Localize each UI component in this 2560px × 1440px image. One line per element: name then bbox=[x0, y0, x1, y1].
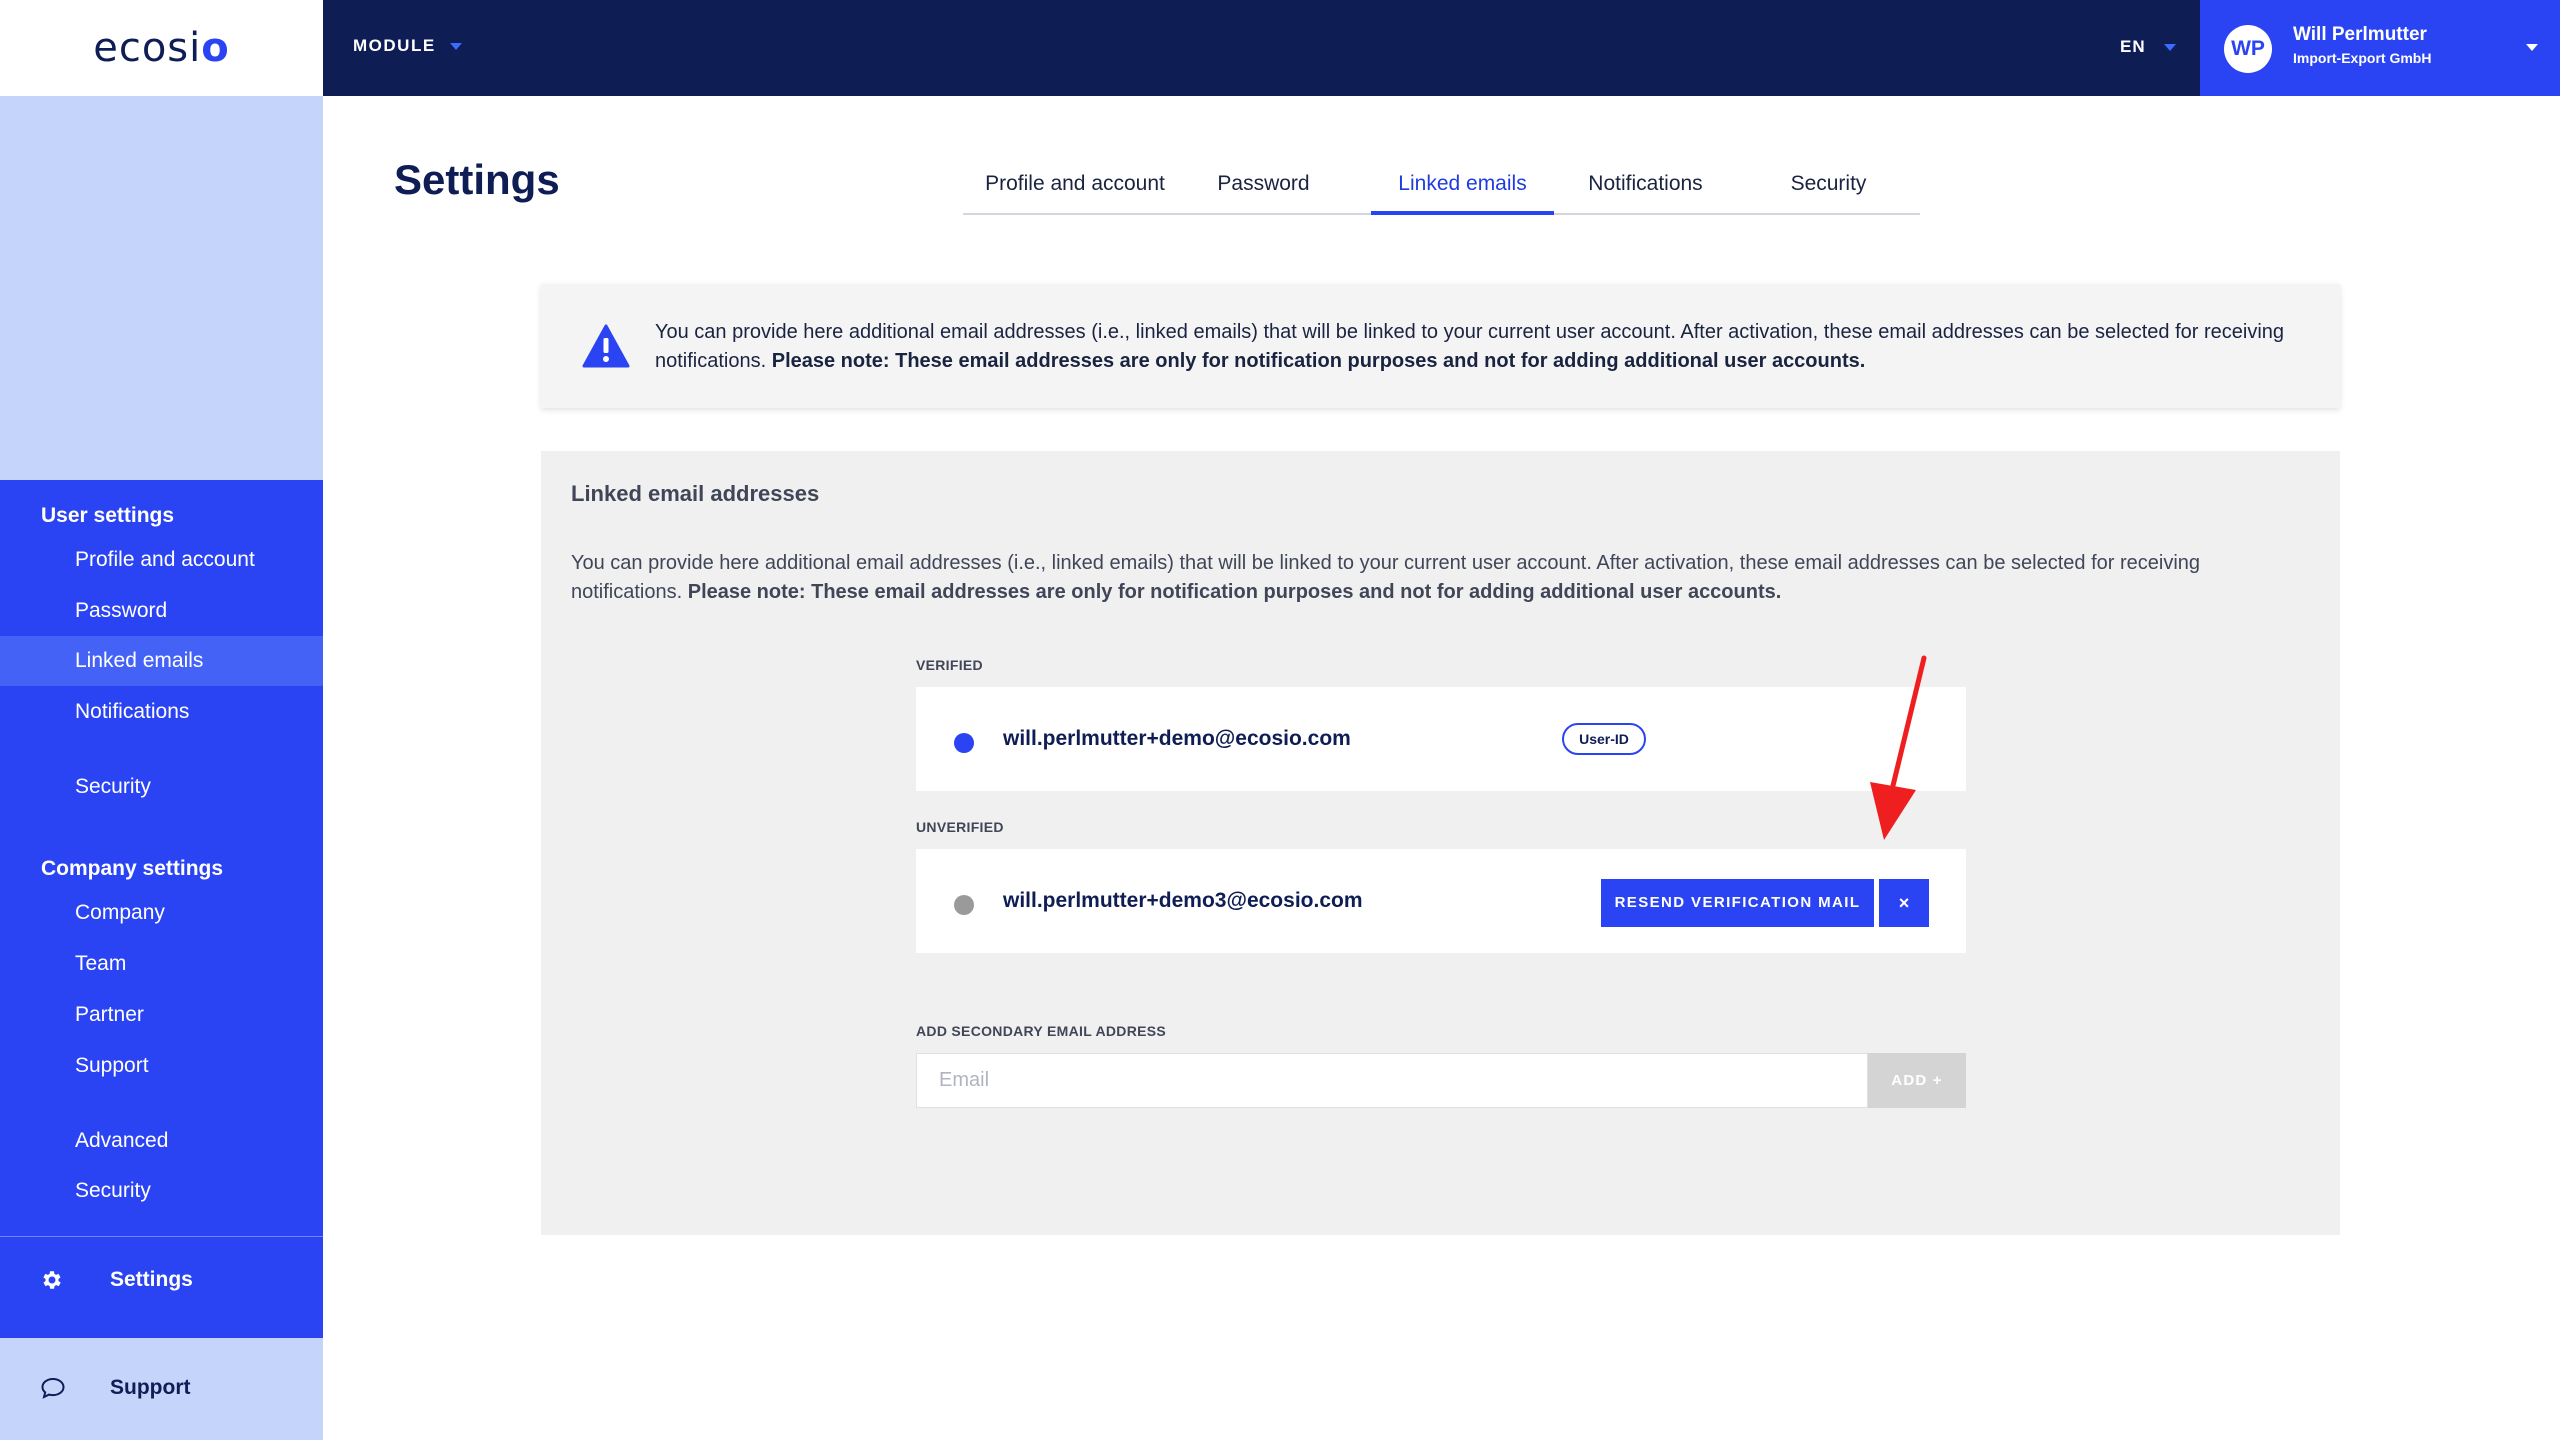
gear-icon bbox=[43, 1271, 61, 1289]
verified-status-dot bbox=[954, 733, 974, 753]
chat-bubble-icon bbox=[41, 1377, 65, 1399]
info-banner-text: You can provide here additional email ad… bbox=[655, 318, 2305, 376]
sidebar-item-notifications[interactable]: Notifications bbox=[0, 687, 323, 737]
unverified-status-dot bbox=[954, 895, 974, 915]
user-menu[interactable]: WP Will Perlmutter Import-Export GmbH bbox=[2200, 0, 2560, 96]
sidebar-item-company[interactable]: Company bbox=[0, 888, 323, 938]
tab-profile-and-account[interactable]: Profile and account bbox=[963, 162, 1187, 215]
sidebar-item-password[interactable]: Password bbox=[0, 586, 323, 636]
chevron-down-icon bbox=[2526, 44, 2538, 51]
user-company: Import-Export GmbH bbox=[2293, 50, 2432, 66]
sidebar: User settings Profile and account Passwo… bbox=[0, 480, 323, 1338]
sidebar-item-advanced[interactable]: Advanced bbox=[0, 1116, 323, 1166]
sidebar-divider bbox=[0, 1236, 323, 1237]
panel-text-note: Please note: These email addresses are o… bbox=[687, 581, 1782, 603]
sidebar-section-company-settings: Company settings bbox=[41, 857, 224, 880]
verified-email-address: will.perlmutter+demo@ecosio.com bbox=[1003, 727, 1351, 750]
sidebar-item-support[interactable]: Support bbox=[0, 1041, 323, 1091]
panel-description: You can provide here additional email ad… bbox=[571, 549, 2311, 607]
chevron-down-icon bbox=[449, 42, 462, 50]
module-dropdown[interactable]: MODULE bbox=[353, 36, 462, 56]
sidebar-item-security[interactable]: Security bbox=[0, 762, 323, 812]
resend-verification-button[interactable]: RESEND VERIFICATION MAIL bbox=[1601, 879, 1874, 927]
verified-section-label: VERIFIED bbox=[916, 657, 983, 673]
tab-notifications[interactable]: Notifications bbox=[1554, 162, 1737, 215]
sidebar-header-spacer bbox=[0, 96, 323, 480]
tab-linked-emails[interactable]: Linked emails bbox=[1371, 162, 1554, 215]
remove-email-button[interactable]: × bbox=[1879, 879, 1929, 927]
verified-email-row: will.perlmutter+demo@ecosio.com User-ID bbox=[916, 687, 1966, 791]
email-input[interactable] bbox=[916, 1053, 1868, 1108]
chevron-down-icon bbox=[2163, 43, 2176, 51]
sidebar-item-team[interactable]: Team bbox=[0, 939, 323, 989]
module-label: MODULE bbox=[353, 36, 436, 55]
sidebar-item-company-security[interactable]: Security bbox=[0, 1166, 323, 1216]
sidebar-support-link[interactable]: Support bbox=[0, 1338, 323, 1440]
add-email-label: ADD SECONDARY EMAIL ADDRESS bbox=[916, 1023, 1167, 1039]
ecosio-logo: ecosio bbox=[93, 25, 230, 71]
unverified-email-address: will.perlmutter+demo3@ecosio.com bbox=[1003, 889, 1363, 912]
info-text-note: Please note: These email addresses are o… bbox=[771, 350, 1866, 372]
language-label: EN bbox=[2120, 37, 2146, 56]
warning-icon bbox=[582, 324, 630, 368]
sidebar-item-linked-emails[interactable]: Linked emails bbox=[0, 636, 323, 686]
annotation-arrow bbox=[1870, 655, 1927, 840]
sidebar-settings-link[interactable]: Settings bbox=[0, 1250, 323, 1310]
top-bar: MODULE EN WP Will Perlmutter Import-Expo… bbox=[323, 0, 2560, 96]
sidebar-support-label: Support bbox=[110, 1376, 191, 1399]
sidebar-settings-label: Settings bbox=[110, 1268, 193, 1291]
language-dropdown[interactable]: EN bbox=[2120, 37, 2176, 57]
linked-emails-panel: Linked email addresses You can provide h… bbox=[541, 451, 2340, 1235]
avatar: WP bbox=[2224, 25, 2272, 73]
unverified-email-row: will.perlmutter+demo3@ecosio.com RESEND … bbox=[916, 849, 1966, 953]
page-title: Settings bbox=[394, 156, 560, 203]
add-email-button[interactable]: ADD + bbox=[1868, 1053, 1966, 1108]
panel-title: Linked email addresses bbox=[571, 481, 820, 506]
settings-tabs: Profile and account Password Linked emai… bbox=[963, 162, 1920, 215]
info-banner: You can provide here additional email ad… bbox=[541, 284, 2340, 408]
user-id-badge: User-ID bbox=[1562, 723, 1646, 755]
tab-password[interactable]: Password bbox=[1187, 162, 1340, 215]
user-name: Will Perlmutter bbox=[2293, 24, 2427, 45]
sidebar-item-profile-and-account[interactable]: Profile and account bbox=[0, 535, 323, 585]
tab-security[interactable]: Security bbox=[1737, 162, 1920, 215]
sidebar-item-partner[interactable]: Partner bbox=[0, 990, 323, 1040]
sidebar-section-user-settings: User settings bbox=[41, 504, 175, 527]
logo-area[interactable]: ecosio bbox=[0, 0, 323, 96]
sidebar-footer: Support bbox=[0, 1338, 323, 1440]
unverified-section-label: UNVERIFIED bbox=[916, 819, 1004, 835]
